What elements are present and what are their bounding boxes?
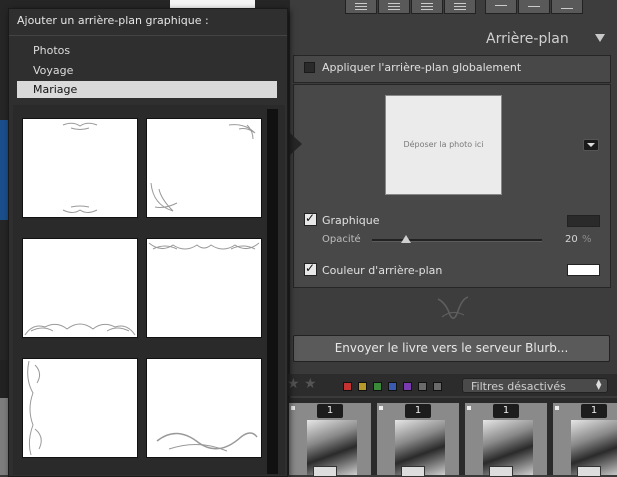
cell-usage-badge: 1 xyxy=(581,404,607,418)
filter-select[interactable]: Filtres désactivés xyxy=(462,378,608,393)
cell-usage-badge: 1 xyxy=(405,404,431,418)
star-icon[interactable]: ★ xyxy=(287,376,300,392)
opacity-label: Opacité xyxy=(322,234,361,245)
color-label-filter[interactable] xyxy=(358,382,367,391)
color-label-filter[interactable] xyxy=(418,382,427,391)
opacity-value[interactable]: 20 xyxy=(565,234,578,245)
cell-badge-icon xyxy=(489,466,513,477)
select-arrows-icon: ▲ ▼ xyxy=(596,378,602,391)
cell-corner-marker xyxy=(291,406,295,410)
thumbnail-mariage-4[interactable] xyxy=(146,238,262,338)
align-top-button[interactable] xyxy=(485,0,517,14)
apply-global-checkbox[interactable] xyxy=(304,62,315,73)
apply-global-label: Appliquer l'arrière-plan globalement xyxy=(322,61,522,74)
align-bottom-button[interactable] xyxy=(551,0,583,14)
bgcolor-label: Couleur d'arrière-plan xyxy=(322,264,443,277)
cell-corner-marker xyxy=(379,406,383,410)
popup-pointer xyxy=(290,133,302,155)
align-center-button[interactable] xyxy=(378,0,410,14)
left-toolbar-edge xyxy=(0,360,8,398)
align-middle-button[interactable] xyxy=(518,0,550,14)
check-icon: ✓ xyxy=(305,211,316,225)
menu-item-photos[interactable]: Photos xyxy=(17,42,277,59)
thumbnail-scrollbar[interactable] xyxy=(267,109,278,474)
send-to-blurb-button[interactable]: Envoyer le livre vers le serveur Blurb..… xyxy=(293,335,610,362)
bgcolor-swatch[interactable] xyxy=(567,264,600,276)
thumbnail-mariage-6[interactable] xyxy=(146,358,262,458)
thumbnail-mariage-5[interactable] xyxy=(22,358,138,458)
panel-end-ornament-icon xyxy=(437,296,469,319)
cell-usage-badge: 1 xyxy=(493,404,519,418)
align-justify-button[interactable] xyxy=(444,0,476,14)
graphic-background-popup: Ajouter un arrière-plan graphique : Phot… xyxy=(8,8,288,477)
graphique-label: Graphique xyxy=(322,214,380,227)
opacity-slider[interactable] xyxy=(372,239,542,242)
cell-badge-icon xyxy=(577,466,601,477)
section-title[interactable]: Arrière-plan xyxy=(486,31,569,47)
menu-item-mariage[interactable]: Mariage xyxy=(17,81,277,98)
check-icon: ✓ xyxy=(305,261,316,275)
color-label-filter[interactable] xyxy=(343,382,352,391)
bgcolor-checkbox[interactable]: ✓ xyxy=(304,261,317,276)
opacity-unit: % xyxy=(582,234,592,245)
color-label-filter[interactable] xyxy=(373,382,382,391)
left-filmstrip-edge xyxy=(0,398,8,475)
popup-divider xyxy=(9,35,287,36)
chevron-down-icon xyxy=(587,143,595,147)
color-label-filter[interactable] xyxy=(403,382,412,391)
graphic-dropdown-button[interactable] xyxy=(583,139,599,151)
chevron-down-icon[interactable] xyxy=(595,34,605,42)
text-align-toolbar xyxy=(345,0,610,14)
thumbnail-mariage-2[interactable] xyxy=(146,118,262,218)
graphique-checkbox[interactable]: ✓ xyxy=(304,211,317,226)
cell-badge-icon xyxy=(401,466,425,477)
align-left-button[interactable] xyxy=(345,0,377,14)
color-label-filter[interactable] xyxy=(388,382,397,391)
opacity-slider-thumb[interactable] xyxy=(401,235,411,243)
cell-corner-marker xyxy=(467,406,471,410)
popup-title: Ajouter un arrière-plan graphique : xyxy=(17,14,209,27)
star-icon[interactable]: ★ xyxy=(304,376,317,392)
drop-zone-text: Déposer la photo ici xyxy=(403,140,484,149)
menu-item-voyage[interactable]: Voyage xyxy=(17,62,277,79)
cell-usage-badge: 1 xyxy=(317,404,343,418)
color-label-filter[interactable] xyxy=(433,382,442,391)
cell-badge-icon xyxy=(313,466,337,477)
cell-corner-marker xyxy=(555,406,559,410)
align-right-button[interactable] xyxy=(411,0,443,14)
thumbnail-mariage-3[interactable] xyxy=(22,238,138,338)
thumbnail-mariage-1[interactable] xyxy=(22,118,138,218)
graphique-color-swatch[interactable] xyxy=(567,215,600,227)
